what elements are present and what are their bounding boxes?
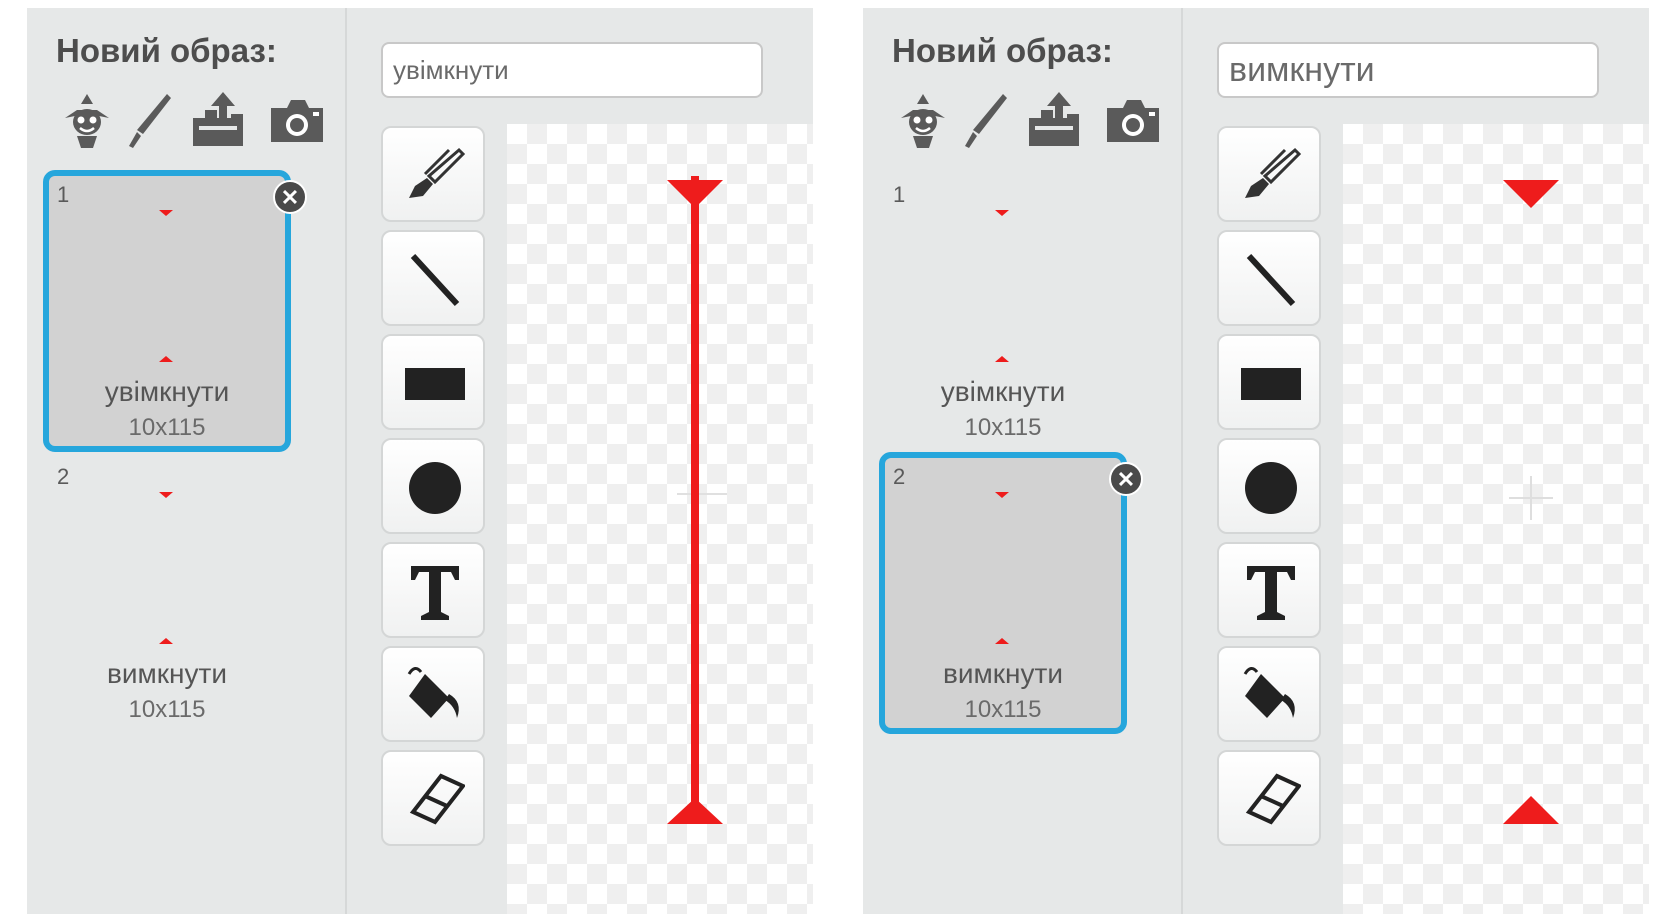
costume-top-arrowhead — [667, 180, 723, 208]
costume-editor-right: Новий образ: 1 увімкнути 10x115 2 вимкну… — [863, 8, 1649, 914]
sprite-library-icon[interactable] — [891, 88, 955, 152]
costume-list-pane: Новий образ: — [27, 8, 347, 914]
line-tool[interactable] — [1217, 230, 1321, 326]
costume-name-input[interactable] — [381, 42, 763, 98]
text-tool-icon — [1247, 566, 1295, 620]
new-costume-title: Новий образ: — [892, 32, 1113, 69]
costume-size: 10x115 — [128, 414, 206, 441]
costume-thumbnail — [995, 492, 1009, 644]
upload-icon[interactable] — [187, 88, 251, 152]
rectangle-tool-icon — [1241, 368, 1301, 400]
costume-thumbnail — [995, 210, 1009, 362]
costume-tile-2[interactable]: 2 вимкнути 10x115 — [43, 452, 291, 734]
delete-costume-button[interactable]: ✕ — [1109, 462, 1143, 496]
costume-size: 10x115 — [964, 414, 1042, 441]
costume-tile-1[interactable]: 1 увімкнути 10x115 ✕ — [43, 170, 307, 452]
brush-tool-icon — [409, 147, 465, 198]
costume-number: 2 — [893, 464, 906, 489]
costume-name: увімкнути — [940, 376, 1066, 407]
eraser-tool-icon — [1245, 773, 1301, 825]
brush-tool[interactable] — [381, 126, 485, 222]
camera-icon[interactable] — [265, 88, 329, 152]
rectangle-tool[interactable] — [1217, 334, 1321, 430]
canvas-drawing — [667, 176, 727, 824]
camera-icon[interactable] — [1101, 88, 1165, 152]
drawing-canvas[interactable] — [507, 124, 813, 914]
costume-name: вимкнути — [943, 658, 1063, 689]
sprite-library-icon[interactable] — [55, 88, 119, 152]
costume-size: 10x115 — [128, 696, 206, 723]
upload-icon[interactable] — [1023, 88, 1087, 152]
ellipse-tool-icon — [409, 462, 461, 514]
text-tool-icon — [411, 566, 459, 620]
text-tool[interactable] — [381, 542, 485, 638]
costume-top-arrowhead[interactable] — [1503, 180, 1559, 208]
text-tool[interactable] — [1217, 542, 1321, 638]
eraser-tool[interactable] — [381, 750, 485, 846]
costume-name-input[interactable] — [1217, 42, 1599, 98]
costume-thumbnail — [159, 210, 173, 362]
line-tool[interactable] — [381, 230, 485, 326]
ellipse-tool-icon — [1245, 462, 1297, 514]
brush-tool[interactable] — [1217, 126, 1321, 222]
ellipse-tool[interactable] — [381, 438, 485, 534]
drawing-canvas[interactable] — [1343, 124, 1649, 914]
line-tool-icon — [1246, 253, 1296, 307]
eraser-tool[interactable] — [1217, 750, 1321, 846]
fill-tool-icon — [1243, 667, 1295, 718]
brush-tool-icon — [1245, 147, 1301, 198]
costume-size: 10x115 — [964, 696, 1042, 723]
ellipse-tool[interactable] — [1217, 438, 1321, 534]
costume-number: 2 — [57, 464, 70, 489]
paint-brush-icon[interactable] — [119, 88, 183, 152]
costume-name: вимкнути — [107, 658, 227, 689]
rectangle-tool[interactable] — [381, 334, 485, 430]
canvas-drawing — [1503, 180, 1559, 824]
costume-bottom-arrowhead — [667, 798, 723, 824]
fill-tool[interactable] — [381, 646, 485, 742]
line-tool-icon — [410, 253, 460, 307]
fill-tool[interactable] — [1217, 646, 1321, 742]
costume-tile-2[interactable]: 2 вимкнути 10x115 ✕ — [879, 452, 1143, 734]
rectangle-tool-icon — [405, 368, 465, 400]
costume-editor-left: Новий образ: 1 увімкнути 10x115 ✕ 2 вимк… — [27, 8, 813, 914]
costume-name: увімкнути — [104, 376, 230, 407]
costume-thumbnail — [159, 492, 173, 644]
new-costume-toolbar — [55, 88, 335, 158]
costume-number: 1 — [893, 182, 906, 207]
costume-number: 1 — [57, 182, 70, 207]
delete-costume-button[interactable]: ✕ — [273, 180, 307, 214]
costume-tile-1[interactable]: 1 увімкнути 10x115 — [879, 170, 1127, 452]
eraser-tool-icon — [409, 773, 465, 825]
costume-list-pane: Новий образ: — [863, 8, 1183, 914]
new-costume-toolbar — [891, 88, 1171, 158]
new-costume-title: Новий образ: — [56, 32, 277, 69]
costume-bottom-arrowhead[interactable] — [1503, 796, 1559, 824]
fill-tool-icon — [407, 667, 459, 718]
paint-brush-icon[interactable] — [955, 88, 1019, 152]
